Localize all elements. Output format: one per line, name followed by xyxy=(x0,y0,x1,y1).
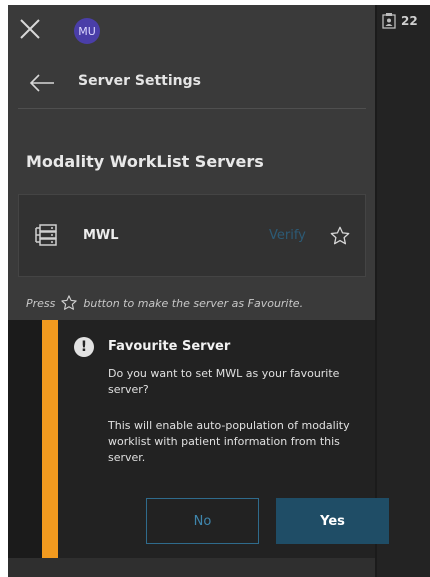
dialog-title: Favourite Server xyxy=(108,339,231,354)
clipboard-user-icon xyxy=(381,12,397,29)
server-card[interactable]: MWL Verify xyxy=(18,194,366,277)
section-title: Modality WorkList Servers xyxy=(26,152,264,171)
right-side-strip: 22 xyxy=(377,5,430,577)
settings-panel: MU Server Settings Modality WorkList Ser… xyxy=(8,5,375,320)
warning-icon: ! xyxy=(74,337,94,357)
close-icon[interactable] xyxy=(18,17,42,41)
hint-suffix: button to make the server as Favourite. xyxy=(83,296,304,310)
hint-prefix: Press xyxy=(26,296,56,310)
badge-count: 22 xyxy=(401,13,418,28)
yes-button[interactable]: Yes xyxy=(276,498,389,544)
star-hint-icon xyxy=(60,294,78,312)
favourite-server-dialog: ! Favourite Server Do you want to set MW… xyxy=(42,320,389,558)
header-divider xyxy=(18,108,366,109)
verify-link[interactable]: Verify xyxy=(269,228,306,243)
app-frame: MU Server Settings Modality WorkList Ser… xyxy=(8,5,430,577)
dialog-accent-bar xyxy=(42,320,58,558)
star-outline-icon[interactable] xyxy=(329,225,351,247)
server-icon xyxy=(35,223,59,247)
no-button[interactable]: No xyxy=(146,498,259,544)
avatar[interactable]: MU xyxy=(74,18,100,44)
server-name: MWL xyxy=(83,228,119,243)
top-bar: MU xyxy=(8,5,375,53)
page-title: Server Settings xyxy=(78,73,201,89)
dialog-info: This will enable auto-population of moda… xyxy=(108,419,350,464)
patient-queue-badge[interactable]: 22 xyxy=(381,12,418,29)
favourite-hint: Press button to make the server as Favou… xyxy=(26,294,303,312)
dialog-question: Do you want to set MWL as your favourite… xyxy=(108,367,340,396)
back-arrow-icon[interactable] xyxy=(28,73,56,93)
page-header: Server Settings xyxy=(8,59,375,107)
bottom-strip xyxy=(8,558,375,577)
